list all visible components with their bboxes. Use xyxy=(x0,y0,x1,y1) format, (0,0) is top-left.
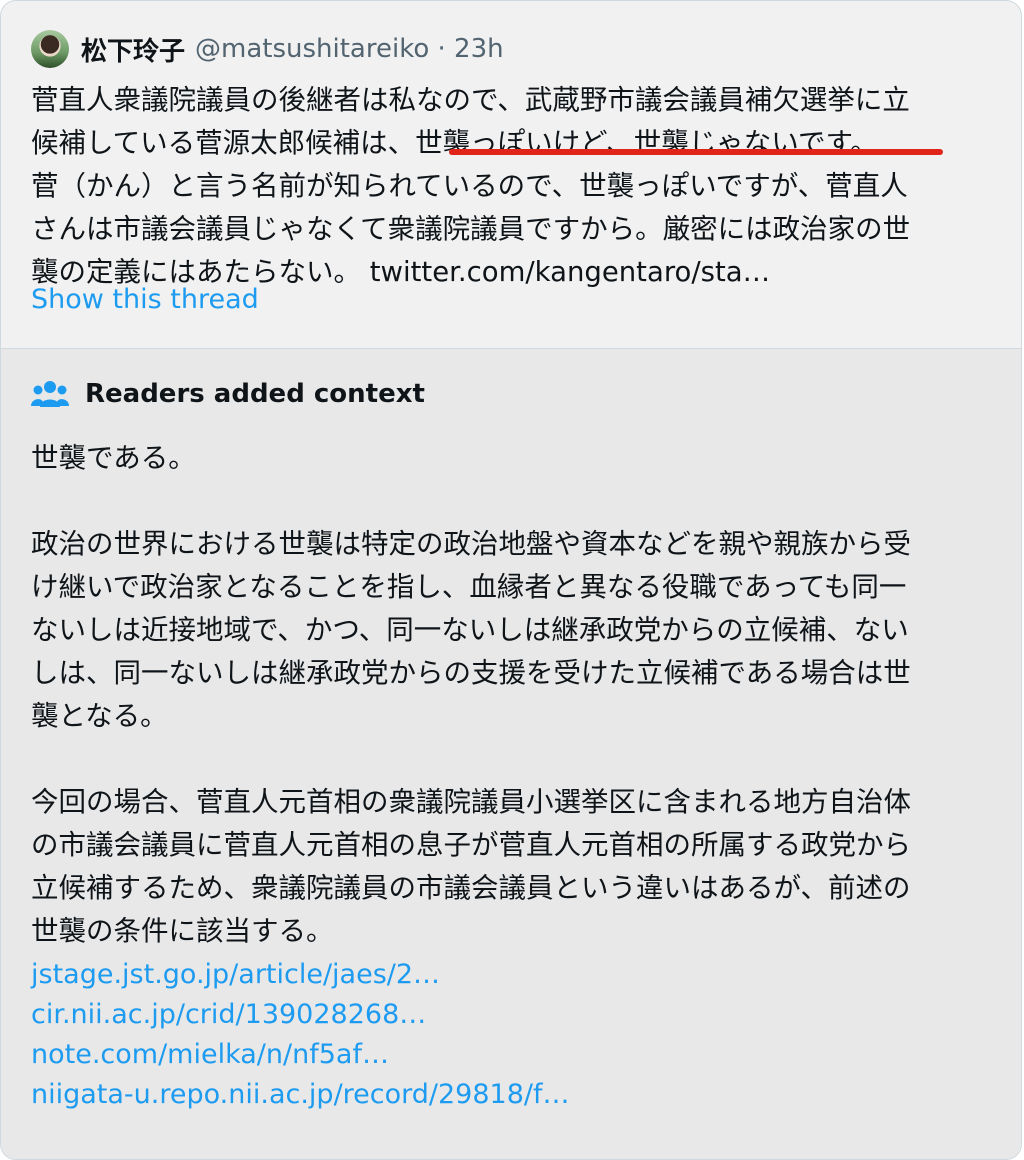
tweet-text-line: 菅（かん）と言う名前が知られているので、世襲っぽいですが、菅直人 xyxy=(31,170,908,202)
author-name[interactable]: 松下玲子 xyxy=(81,31,185,68)
context-title: Readers added context xyxy=(85,379,425,409)
tweet-text-line: 菅直人衆議院議員の後継者は私なので、武蔵野市議会議員補欠選挙に立 xyxy=(31,84,910,116)
source-link[interactable]: cir.nii.ac.jp/crid/139028268… xyxy=(31,995,570,1035)
source-link[interactable]: jstage.jst.go.jp/article/jaes/2… xyxy=(31,955,570,995)
author-handle-time[interactable]: @matsushitareiko · 23h xyxy=(195,34,504,64)
context-line: の市議会議員に菅直人元首相の息子が菅直人元首相の所属する政党から xyxy=(31,829,911,861)
tweet-text-line: 候補している菅源太郎候補は、世襲っぽいけど、世襲じゃないです。 xyxy=(31,127,878,159)
context-line: 立候補するため、衆議院議員の市議会議員という違いはあるが、前述の xyxy=(31,872,911,904)
readers-context-panel: Readers added context 世襲である。 政治の世界における世襲… xyxy=(1,349,1021,1159)
context-header: Readers added context xyxy=(31,377,425,411)
context-line: 世襲である。 xyxy=(31,442,196,474)
tweet-header: 松下玲子 @matsushitareiko · 23h xyxy=(31,29,504,69)
context-line: 襲となる。 xyxy=(31,700,168,732)
source-links: jstage.jst.go.jp/article/jaes/2… cir.nii… xyxy=(31,955,570,1115)
people-icon xyxy=(31,381,69,407)
context-line: しは、同一ないしは継承政党からの支援を受けた立候補である場合は世 xyxy=(31,657,911,689)
source-link[interactable]: niigata-u.repo.nii.ac.jp/record/29818/f… xyxy=(31,1075,570,1115)
tweet-text: 菅直人衆議院議員の後継者は私なので、武蔵野市議会議員補欠選挙に立 候補している菅… xyxy=(31,79,1001,294)
context-line: 今回の場合、菅直人元首相の衆議院議員小選挙区に含まれる地方自治体 xyxy=(31,786,911,818)
context-body: 世襲である。 政治の世界における世襲は特定の政治地盤や資本などを親や親族から受 … xyxy=(31,437,1001,953)
context-line: け継いで政治家となることを指し、血縁者と異なる役職であっても同一 xyxy=(31,571,907,603)
source-link[interactable]: note.com/mielka/n/nf5af… xyxy=(31,1035,570,1075)
red-underline-annotation xyxy=(449,149,943,155)
context-line: ないしは近接地域で、かつ、同一ないしは継承政党からの立候補、ない xyxy=(31,614,909,646)
show-thread-link[interactable]: Show this thread xyxy=(31,284,259,315)
context-line: 政治の世界における世襲は特定の政治地盤や資本などを親や親族から受 xyxy=(31,528,911,560)
avatar[interactable] xyxy=(31,30,69,68)
context-line: 世襲の条件に該当する。 xyxy=(31,915,334,947)
tweet-text-line: さんは市議会議員じゃなくて衆議院議員ですから。厳密には政治家の世 xyxy=(31,213,911,245)
tweet-card: 松下玲子 @matsushitareiko · 23h 菅直人衆議院議員の後継者… xyxy=(0,0,1022,1160)
